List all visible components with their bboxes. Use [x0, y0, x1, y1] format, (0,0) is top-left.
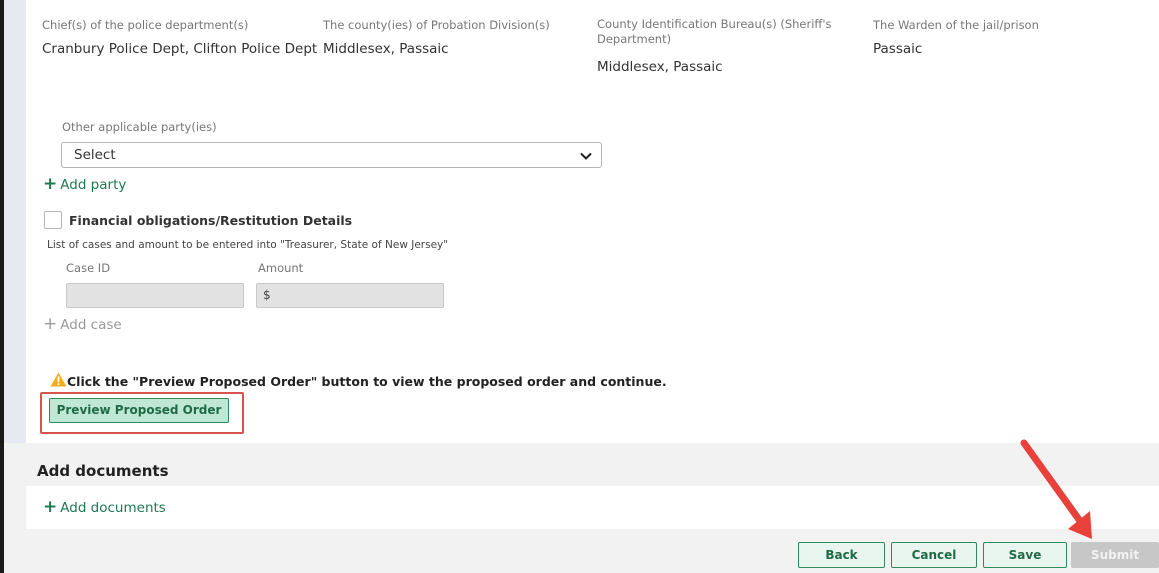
probation-county-value: Middlesex, Passaic: [323, 41, 449, 57]
add-documents-label: Add documents: [60, 500, 166, 516]
documents-card: [26, 486, 1159, 529]
case-id-label: Case ID: [66, 261, 111, 275]
plus-icon: +: [43, 314, 58, 334]
left-rail: [4, 0, 26, 443]
amount-label: Amount: [258, 261, 304, 275]
cancel-button[interactable]: Cancel: [891, 542, 977, 568]
amount-input[interactable]: $: [256, 283, 444, 308]
warden-label: The Warden of the jail/prison: [873, 18, 1039, 32]
plus-icon: +: [43, 174, 58, 194]
plus-icon: +: [43, 497, 58, 517]
financial-description: List of cases and amount to be entered i…: [47, 239, 449, 251]
warning-icon: [50, 372, 67, 387]
warden-value: Passaic: [873, 41, 923, 57]
police-chief-label: Chief(s) of the police department(s): [42, 18, 249, 32]
other-parties-label: Other applicable party(ies): [62, 120, 217, 134]
financial-obligations-label: Financial obligations/Restitution Detail…: [69, 213, 353, 228]
add-case-label: Add case: [60, 317, 122, 333]
add-party-label: Add party: [60, 177, 127, 193]
add-documents-title: Add documents: [37, 462, 169, 480]
back-button[interactable]: Back: [798, 542, 885, 568]
save-button[interactable]: Save: [983, 542, 1067, 568]
preview-instruction: Click the "Preview Proposed Order" butto…: [67, 374, 667, 389]
police-chief-value: Cranbury Police Dept, Clifton Police Dep…: [42, 41, 318, 57]
financial-obligations-checkbox[interactable]: [44, 211, 62, 229]
other-parties-select[interactable]: Select: [61, 142, 602, 168]
documents-header-bar: [26, 456, 1159, 486]
sheriff-bureau-label: County Identification Bureau(s) (Sheriff…: [597, 17, 832, 46]
other-parties-selected-value: Select: [74, 147, 116, 163]
red-arrow-annotation: [1020, 439, 1092, 539]
chevron-down-icon: [580, 152, 592, 160]
add-case-link[interactable]: + Add case: [43, 314, 122, 334]
add-documents-link[interactable]: + Add documents: [43, 497, 166, 517]
case-id-input[interactable]: [66, 283, 244, 308]
preview-proposed-order-button[interactable]: Preview Proposed Order: [49, 398, 229, 423]
add-party-link[interactable]: + Add party: [43, 174, 126, 194]
probation-county-label: The county(ies) of Probation Division(s): [323, 18, 550, 32]
submit-button[interactable]: Submit: [1071, 542, 1159, 568]
currency-prefix: $: [263, 288, 271, 302]
sheriff-bureau-value: Middlesex, Passaic: [597, 59, 723, 75]
